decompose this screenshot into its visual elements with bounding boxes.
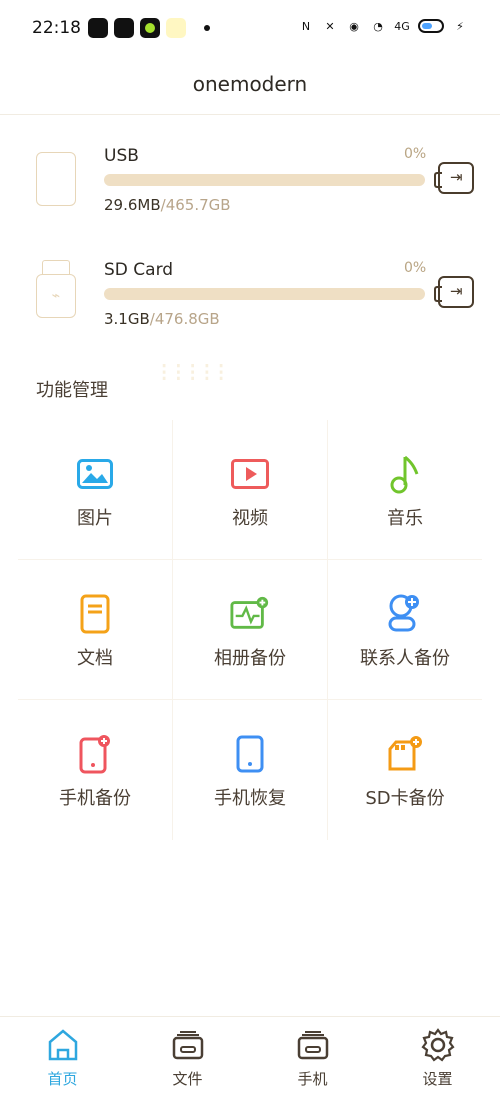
album-backup-icon <box>230 594 270 634</box>
document-icon <box>75 594 115 634</box>
phone-backup-icon <box>75 734 115 774</box>
phone-restore-icon <box>230 734 270 774</box>
feature-label: 音乐 <box>387 508 423 529</box>
battery-icon <box>418 19 444 33</box>
storage-percent: 0% <box>404 260 427 276</box>
usb-drive-icon <box>36 152 76 206</box>
storage-size: 3.1GB/476.8GB <box>104 310 220 328</box>
home-icon <box>45 1027 81 1063</box>
eject-icon: ⇥ <box>450 282 463 300</box>
capcut-icon <box>114 18 134 38</box>
notification-app-icon <box>88 18 108 38</box>
section-title: 功能管理 <box>36 380 108 401</box>
sd-card-storage-item[interactable]: ⌁ SD Card 0% 3.1GB/476.8GB ⇥ <box>0 254 500 354</box>
header-divider <box>0 114 500 115</box>
feature-label: 联系人备份 <box>360 648 450 669</box>
nav-settings[interactable]: 设置 <box>388 1017 488 1103</box>
nav-label: 设置 <box>422 1070 453 1088</box>
status-bar: 22:18 N ✕ ◉ ◔ 4G ⚡ <box>0 0 500 58</box>
sd-card-cap-icon <box>42 260 70 274</box>
feature-images[interactable]: 图片 <box>18 420 173 560</box>
usb-symbol-icon: ⌁ <box>51 288 61 304</box>
bottom-navigation: 首页 文件 手机 设置 <box>0 1016 500 1103</box>
video-icon <box>230 454 270 494</box>
usb-eject-button[interactable]: ⇥ <box>434 162 474 194</box>
sd-card-progress-bar <box>104 288 425 300</box>
storage-percent: 0% <box>404 146 427 162</box>
nav-label: 手机 <box>297 1070 328 1088</box>
nav-home[interactable]: 首页 <box>13 1017 113 1103</box>
status-app-icons <box>88 18 210 38</box>
feature-label: 图片 <box>77 508 113 529</box>
storage-name: SD Card <box>104 260 174 280</box>
nav-files[interactable]: 文件 <box>138 1017 238 1103</box>
feature-phone-restore[interactable]: 手机恢复 <box>173 700 328 840</box>
sd-card-eject-button[interactable]: ⇥ <box>434 276 474 308</box>
nfc-icon: N <box>301 19 311 33</box>
mute-icon: ✕ <box>325 19 335 33</box>
usb-storage-item[interactable]: USB 0% 29.6MB/465.7GB ⇥ <box>0 140 500 240</box>
usb-progress-bar <box>104 174 425 186</box>
feature-sd-backup[interactable]: SD卡备份 <box>328 700 482 840</box>
page-title: onemodern <box>192 72 308 96</box>
storage-size: 29.6MB/465.7GB <box>104 196 231 214</box>
nav-label: 首页 <box>47 1070 78 1088</box>
system-status-icons: N ✕ ◉ ◔ 4G ⚡ <box>298 18 468 34</box>
nav-label: 文件 <box>172 1070 203 1088</box>
image-icon <box>75 454 115 494</box>
feature-documents[interactable]: 文档 <box>18 560 173 700</box>
feature-label: 文档 <box>77 648 113 669</box>
files-icon <box>170 1027 206 1063</box>
feature-videos[interactable]: 视频 <box>173 420 328 560</box>
sd-backup-icon <box>385 734 425 774</box>
storage-used: 3.1GB <box>104 310 150 328</box>
signal-4g-icon: 4G <box>394 19 410 33</box>
background-watermark: ⁝⁝⁝⁝⁝ <box>160 358 232 388</box>
phone-icon <box>295 1027 331 1063</box>
music-icon <box>385 454 425 494</box>
feature-label: 手机备份 <box>59 788 131 809</box>
feature-phone-backup[interactable]: 手机备份 <box>18 700 173 840</box>
feature-label: SD卡备份 <box>365 788 445 809</box>
settings-icon <box>420 1027 456 1063</box>
eject-icon: ⇥ <box>450 168 463 186</box>
nav-phone[interactable]: 手机 <box>263 1017 363 1103</box>
feature-grid: 图片 视频 音乐 文档 相册备份 联系人备份 手机备份 手机恢复 SD卡备份 <box>18 420 482 840</box>
feature-music[interactable]: 音乐 <box>328 420 482 560</box>
network-icon: ◔ <box>373 19 383 33</box>
status-time: 22:18 <box>32 18 81 38</box>
storage-total: /465.7GB <box>160 196 231 214</box>
storage-total: /476.8GB <box>149 310 220 328</box>
storage-name: USB <box>104 146 139 166</box>
storage-used: 29.6MB <box>104 196 161 214</box>
feature-label: 相册备份 <box>214 648 286 669</box>
sd-card-icon: ⌁ <box>36 274 76 318</box>
green-app-icon <box>140 18 160 38</box>
charging-icon: ⚡ <box>456 19 464 33</box>
alarm-icon: ◉ <box>349 19 359 33</box>
more-notifications-icon <box>204 25 210 31</box>
feature-contact-backup[interactable]: 联系人备份 <box>328 560 482 700</box>
feature-album-backup[interactable]: 相册备份 <box>173 560 328 700</box>
feature-label: 手机恢复 <box>214 788 286 809</box>
feature-label: 视频 <box>232 508 268 529</box>
contact-backup-icon <box>385 594 425 634</box>
yellow-app-icon <box>166 18 186 38</box>
